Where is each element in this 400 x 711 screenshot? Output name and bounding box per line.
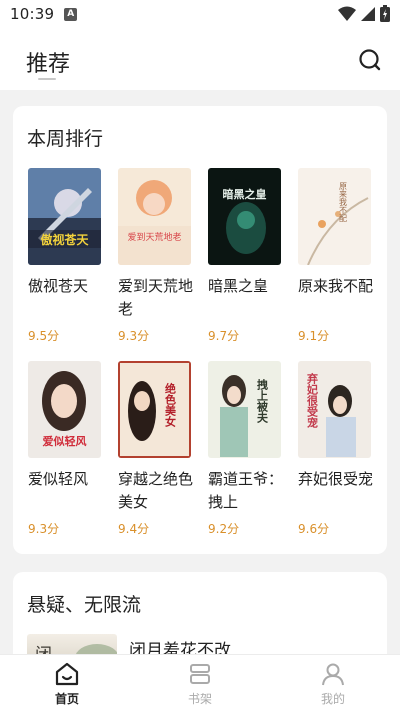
- nav-label: 首页: [54, 692, 79, 706]
- book-item[interactable]: 爱到天荒地老 爱到天荒地老 9.3分: [118, 168, 194, 344]
- book-title: 暗黑之皇: [208, 277, 269, 295]
- nav-label: 书架: [187, 692, 212, 706]
- book-score: 9.5分: [28, 329, 60, 343]
- book-title: 傲视苍天: [28, 277, 89, 295]
- book-item[interactable]: 爱似轻风 爱似轻风 9.3分: [28, 361, 102, 537]
- profile-icon: [322, 663, 344, 686]
- section-title: 悬疑、无限流: [27, 594, 142, 616]
- book-item[interactable]: 傲视苍天 傲视苍天 9.5分: [28, 168, 102, 344]
- cover-title-text: 拽上被夫: [256, 378, 269, 424]
- book-cover: 绝色美女: [118, 361, 191, 458]
- nav-bookshelf[interactable]: 书架: [160, 661, 240, 707]
- notification-icon: A: [64, 7, 78, 21]
- book-item[interactable]: 绝色美女 穿越之绝色美女 9.4分: [118, 361, 194, 537]
- book-title: 爱到天荒地老: [118, 277, 194, 318]
- nav-profile[interactable]: 我的: [293, 661, 373, 707]
- book-title: 原来我不配: [298, 277, 374, 295]
- book-score: 9.2分: [208, 522, 240, 536]
- status-indicators: [338, 5, 390, 22]
- book-cover: 原来我不配: [298, 168, 371, 265]
- book-score: 9.3分: [28, 522, 60, 536]
- book-item[interactable]: 弃妃很受宠 弃妃很受宠 9.6分: [298, 361, 374, 537]
- home-icon: [55, 662, 79, 686]
- page-title: 推荐: [26, 52, 71, 77]
- book-cover: 暗黑之皇: [208, 168, 281, 265]
- cover-title-text: 爱到天荒地老: [127, 231, 181, 243]
- book-title: 霸道王爷：拽上: [208, 470, 284, 511]
- cover-title-text: 傲视苍天: [40, 232, 89, 247]
- book-cover: 拽上被夫: [208, 361, 281, 458]
- book-item[interactable]: 暗黑之皇 暗黑之皇 9.7分: [208, 168, 282, 344]
- book-score: 9.4分: [118, 522, 150, 536]
- nav-label: 我的: [320, 692, 345, 706]
- app-header: 推荐: [0, 28, 400, 90]
- wifi-icon: [338, 6, 356, 21]
- book-cover: 弃妃很受宠: [298, 361, 371, 458]
- title-underline: [38, 78, 56, 80]
- status-time: 10:39: [10, 5, 55, 23]
- cover-title-text: 绝色美女: [164, 382, 177, 428]
- bookshelf-icon: [190, 664, 210, 684]
- cover-title-text: 爱似轻风: [43, 434, 87, 448]
- book-cover: 爱到天荒地老: [118, 168, 191, 265]
- cover-title-text: 原来我不配: [339, 182, 348, 223]
- book-cover: 爱似轻风: [28, 361, 101, 458]
- signal-icon: [361, 6, 375, 21]
- book-title: 弃妃很受宠: [298, 470, 374, 488]
- nav-home[interactable]: 首页: [27, 661, 107, 707]
- book-score: 9.3分: [118, 329, 150, 343]
- search-icon[interactable]: [358, 48, 382, 72]
- book-title: 穿越之绝色美女: [118, 470, 194, 511]
- status-bar: 10:39 A: [0, 0, 400, 28]
- weekly-ranking-section: 本周排行 傲视苍天 傲视苍天 9.5分 爱到天荒地老 爱到天荒地老 9.3分 暗…: [13, 106, 387, 554]
- battery-icon: [380, 5, 390, 22]
- book-score: 9.6分: [298, 522, 330, 536]
- book-item[interactable]: 拽上被夫 霸道王爷：拽上 9.2分: [208, 361, 284, 537]
- book-cover: 傲视苍天: [28, 168, 101, 265]
- cover-title-text: 暗黑之皇: [223, 187, 267, 201]
- book-item[interactable]: 原来我不配 原来我不配 9.1分: [298, 168, 374, 344]
- book-title: 爱似轻风: [28, 470, 89, 488]
- bottom-navigation: 首页 书架 我的: [0, 654, 400, 711]
- book-score: 9.7分: [208, 329, 240, 343]
- book-score: 9.1分: [298, 329, 330, 343]
- cover-title-text: 弃妃很受宠: [306, 372, 320, 429]
- section-title: 本周排行: [27, 128, 104, 150]
